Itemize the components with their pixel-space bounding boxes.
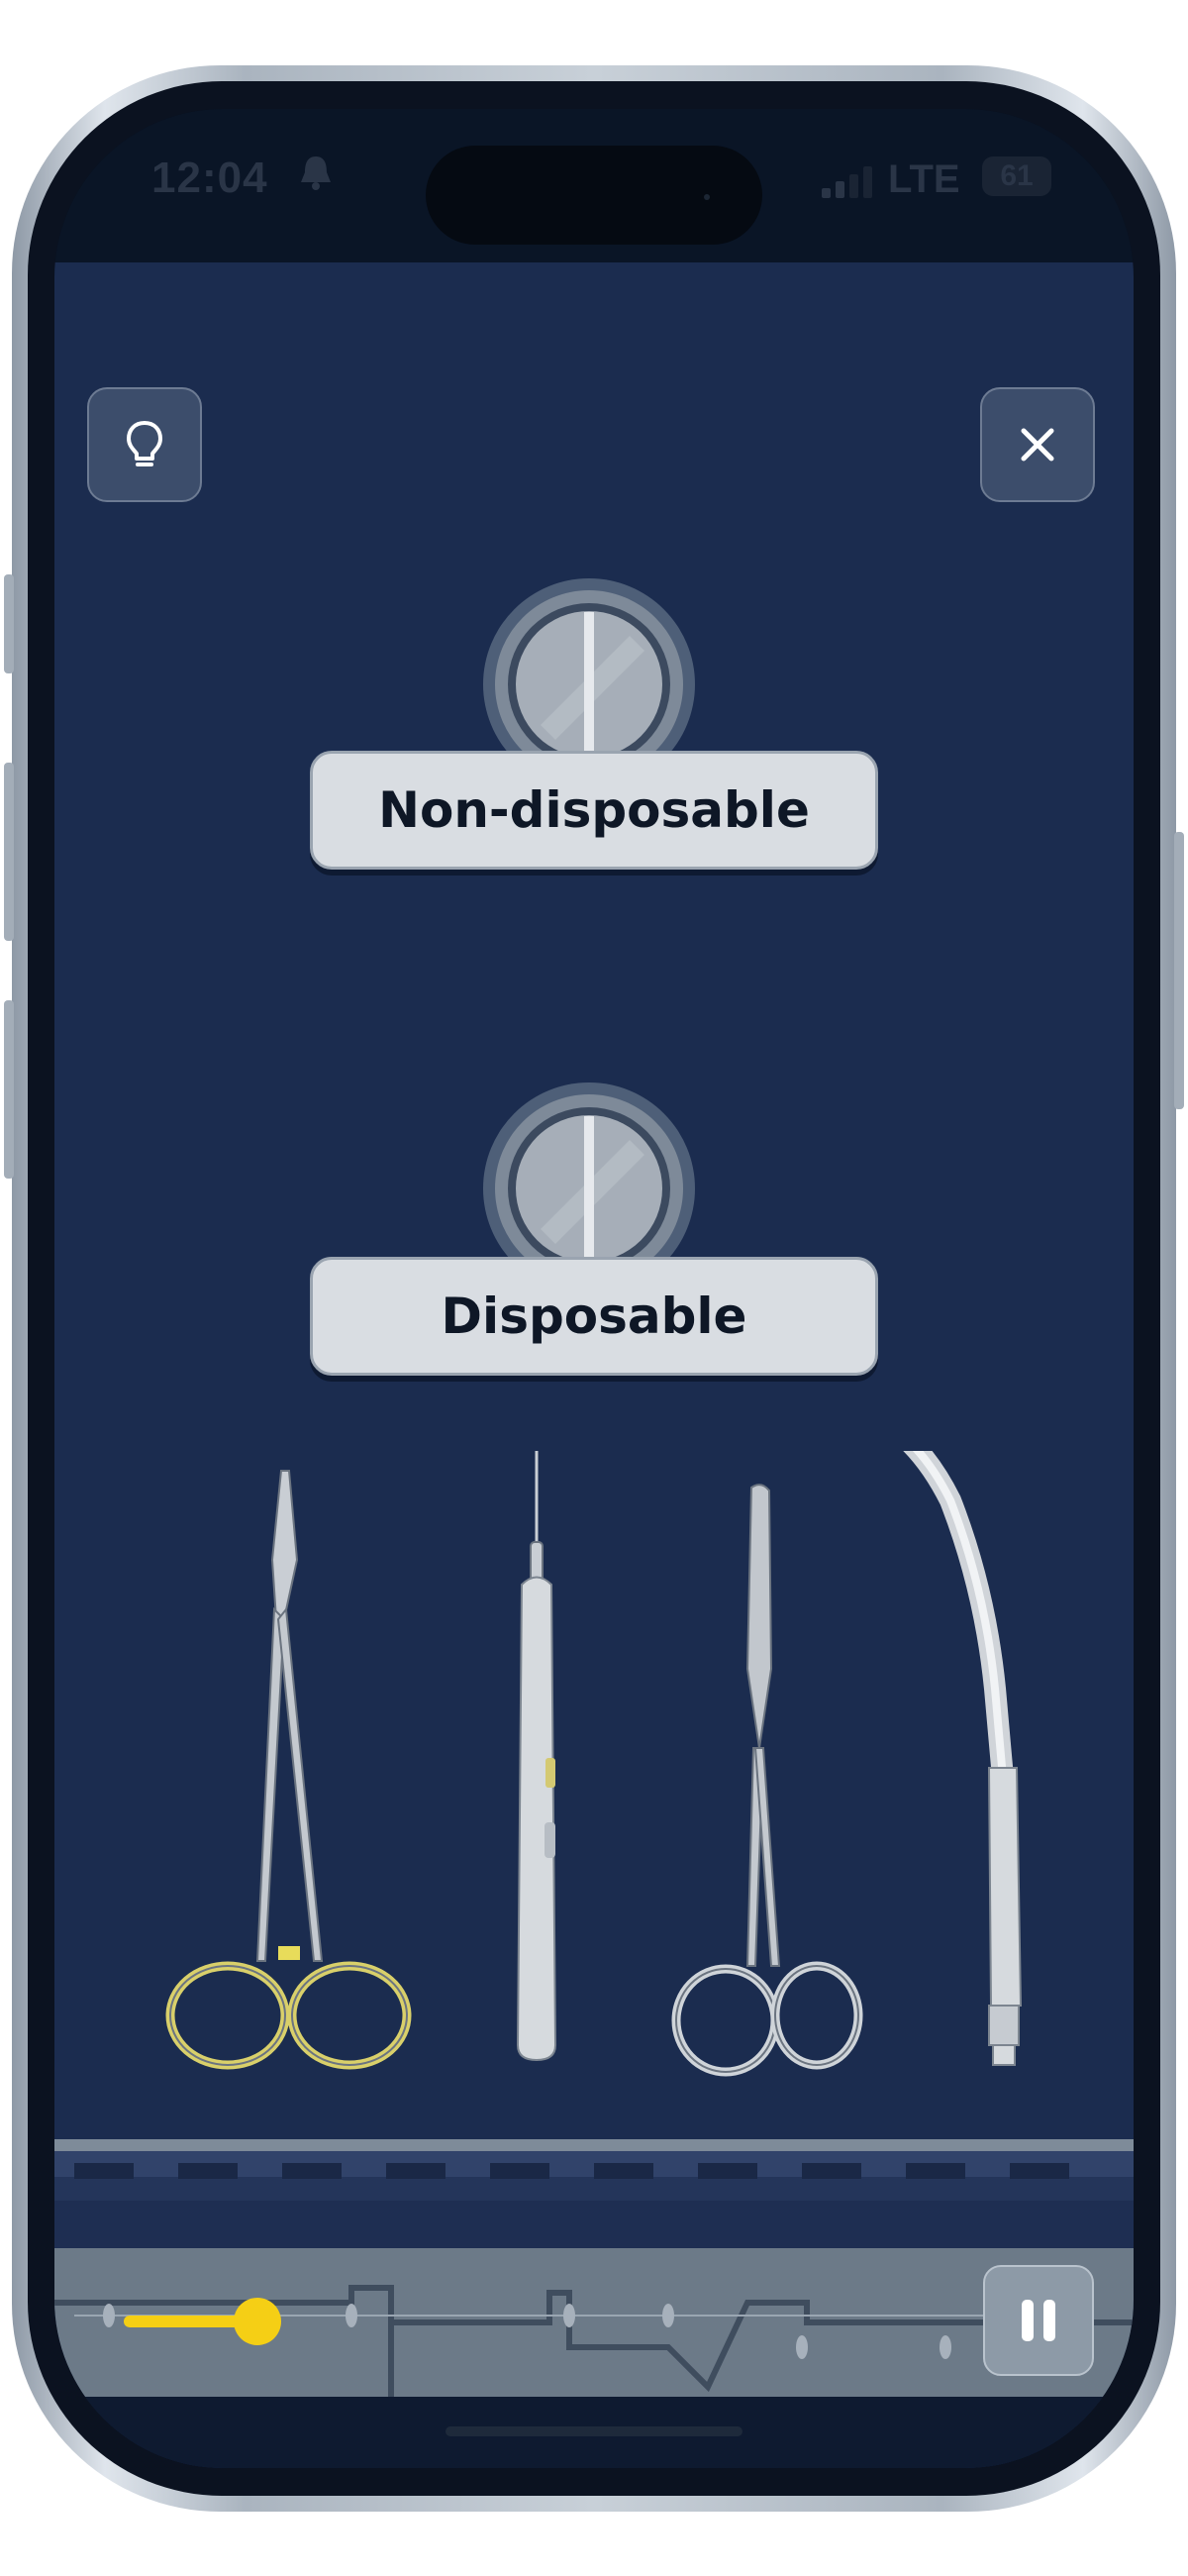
suction-tip-icon[interactable]	[869, 1451, 1023, 2066]
hint-button[interactable]	[87, 387, 202, 502]
volume-down-button	[4, 1000, 14, 1179]
status-bar: 12:04 LTE 61	[54, 109, 1134, 262]
action-button	[4, 574, 14, 673]
battery-icon: 61	[982, 156, 1051, 196]
pause-icon-bar	[1043, 2300, 1055, 2341]
game-area: Non-disposable Disposable	[54, 262, 1134, 2468]
bell-icon	[297, 153, 335, 202]
lightbulb-icon	[127, 421, 162, 466]
needle-holder-icon[interactable]	[165, 1470, 412, 2070]
home-indicator	[446, 2426, 742, 2436]
screen: 12:04 LTE 61 Non-disposable Disposable	[54, 109, 1134, 2468]
signal-icon	[822, 166, 872, 198]
progress-slider-thumb[interactable]	[234, 2298, 281, 2345]
close-button[interactable]	[980, 387, 1095, 502]
electrosurgical-pencil-icon[interactable]	[516, 1451, 557, 2062]
dynamic-island	[426, 146, 762, 245]
network-type: LTE	[888, 157, 960, 201]
tray-rail	[54, 2139, 1134, 2248]
close-icon	[1021, 428, 1054, 462]
volume-up-button	[4, 763, 14, 941]
pause-icon	[1022, 2300, 1034, 2341]
category-label-non-disposable: Non-disposable	[310, 751, 878, 870]
power-button	[1174, 832, 1184, 1109]
scissors-icon[interactable]	[671, 1484, 863, 2077]
pause-button[interactable]	[983, 2265, 1094, 2376]
status-time: 12:04	[151, 154, 268, 202]
category-label-disposable: Disposable	[310, 1257, 878, 1376]
camera-dot	[704, 194, 710, 200]
